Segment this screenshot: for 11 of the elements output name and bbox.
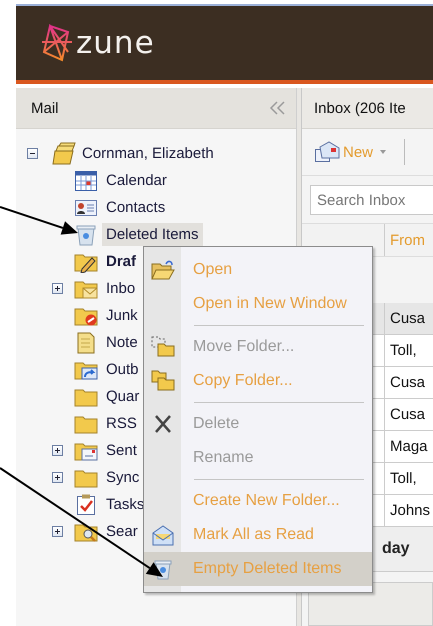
sender-cell-text: Toll,	[389, 470, 417, 487]
pane-title: Inbox (206 Ite	[314, 100, 406, 116]
group-label: day	[382, 540, 410, 558]
pane-title: Mail	[31, 100, 59, 116]
sender-cell-text: Cusa	[389, 374, 426, 391]
sender-cell-text: Maga	[389, 438, 428, 455]
sender-cell-text: Johns	[389, 502, 430, 519]
brand-name: zune	[76, 25, 155, 61]
sender-cell-text: Cusa	[389, 310, 426, 327]
sender-cell-text: Cusa	[389, 406, 426, 423]
sender-cell-text: Toll,	[389, 342, 417, 359]
